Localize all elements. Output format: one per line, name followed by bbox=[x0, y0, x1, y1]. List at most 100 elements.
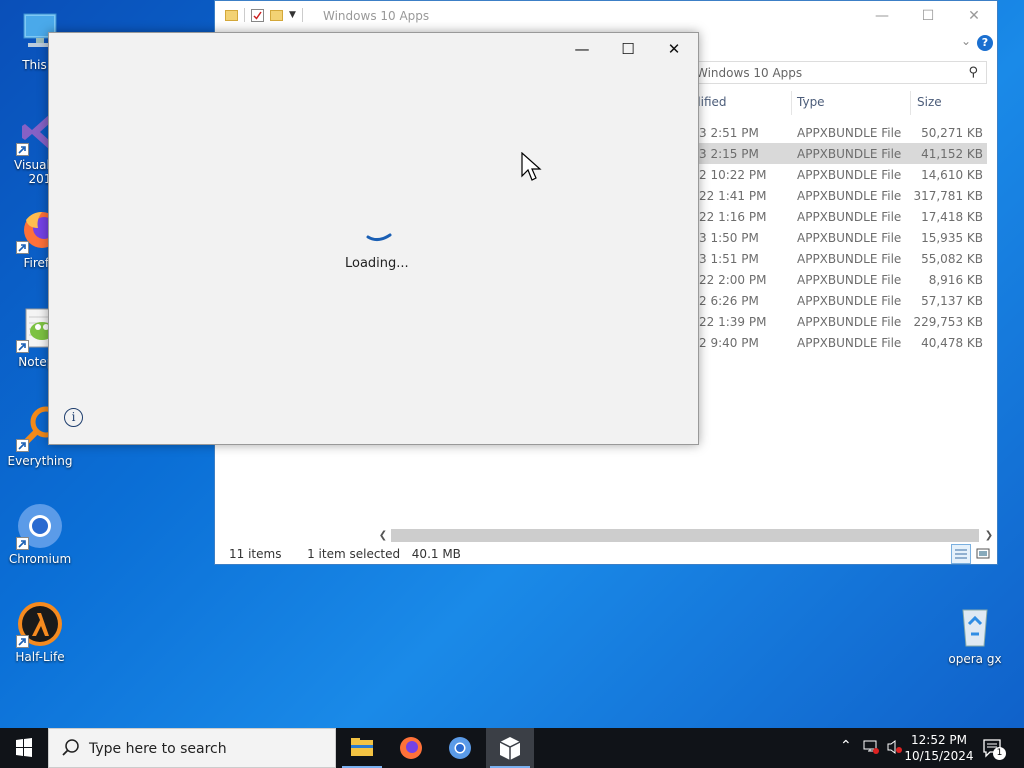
file-type: APPXBUNDLE File bbox=[797, 126, 902, 140]
column-divider[interactable] bbox=[910, 91, 911, 115]
scrollbar-thumb[interactable] bbox=[391, 529, 979, 542]
loading-spinner-icon bbox=[364, 229, 394, 248]
file-type: APPXBUNDLE File bbox=[797, 231, 902, 245]
desktop-icon-chromium[interactable]: Chromium bbox=[2, 502, 78, 566]
minimize-button[interactable]: — bbox=[859, 1, 905, 31]
dialog-minimize-button[interactable]: — bbox=[559, 33, 605, 65]
chromium-icon bbox=[16, 502, 64, 550]
file-type: APPXBUNDLE File bbox=[797, 294, 902, 308]
notification-count-badge: 1 bbox=[993, 747, 1006, 760]
column-header-type[interactable]: Type bbox=[797, 95, 825, 109]
file-row[interactable]: 3 2:51 PM APPXBUNDLE File 50,271 KB bbox=[691, 122, 987, 143]
file-type: APPXBUNDLE File bbox=[797, 315, 902, 329]
file-row[interactable]: 2 9:40 PM APPXBUNDLE File 40,478 KB bbox=[691, 332, 987, 353]
file-type: APPXBUNDLE File bbox=[797, 252, 902, 266]
volume-muted-icon[interactable] bbox=[886, 739, 904, 758]
file-row[interactable]: 3 1:51 PM APPXBUNDLE File 55,082 KB bbox=[691, 248, 987, 269]
scroll-right-icon[interactable]: ❯ bbox=[981, 527, 997, 544]
file-modified: 2 10:22 PM bbox=[699, 168, 767, 182]
file-modified: 3 1:51 PM bbox=[699, 252, 759, 266]
large-icons-view-button[interactable] bbox=[973, 544, 993, 564]
file-type: APPXBUNDLE File bbox=[797, 189, 902, 203]
firefox-icon bbox=[400, 737, 422, 759]
taskbar-package-installer[interactable] bbox=[486, 728, 534, 768]
file-type: APPXBUNDLE File bbox=[797, 273, 902, 287]
file-modified: 22 1:41 PM bbox=[699, 189, 767, 203]
window-title: Windows 10 Apps bbox=[323, 9, 430, 23]
scroll-left-icon[interactable]: ❮ bbox=[375, 527, 391, 544]
properties-icon[interactable] bbox=[251, 8, 264, 22]
file-type: APPXBUNDLE File bbox=[797, 168, 902, 182]
network-icon[interactable] bbox=[862, 739, 880, 758]
clock-time: 12:52 PM bbox=[911, 733, 967, 747]
search-icon: ⚲ bbox=[968, 65, 978, 80]
file-modified: 3 2:51 PM bbox=[699, 126, 759, 140]
desktop-icon-half-life[interactable]: Half-Life bbox=[2, 600, 78, 664]
taskbar-search-placeholder: Type here to search bbox=[89, 741, 227, 757]
file-size: 15,935 KB bbox=[921, 231, 983, 245]
half-life-icon bbox=[16, 600, 64, 648]
windows-logo-icon bbox=[16, 738, 32, 757]
desktop-icon-label: Chromium bbox=[8, 552, 72, 566]
file-size: 14,610 KB bbox=[921, 168, 983, 182]
loading-text: Loading... bbox=[345, 256, 409, 271]
dialog-close-button[interactable]: ✕ bbox=[651, 33, 697, 65]
file-modified: 3 2:15 PM bbox=[699, 147, 759, 161]
file-size: 40,478 KB bbox=[921, 336, 983, 350]
file-modified: 2 6:26 PM bbox=[699, 294, 759, 308]
start-button[interactable] bbox=[0, 728, 48, 768]
customize-toolbar-chevron-icon[interactable]: ▼ bbox=[289, 10, 296, 20]
file-size: 17,418 KB bbox=[921, 210, 983, 224]
file-modified: 22 1:39 PM bbox=[699, 315, 767, 329]
file-type: APPXBUNDLE File bbox=[797, 336, 902, 350]
shortcut-arrow-icon bbox=[16, 143, 29, 156]
file-modified: 22 1:16 PM bbox=[699, 210, 767, 224]
selection-count: 1 item selected bbox=[307, 547, 401, 561]
taskbar-file-explorer[interactable] bbox=[338, 728, 386, 768]
expand-ribbon-chevron-icon[interactable]: ⌄ bbox=[961, 34, 971, 48]
new-folder-icon[interactable] bbox=[270, 9, 283, 21]
search-placeholder: Windows 10 Apps bbox=[696, 66, 803, 80]
close-button[interactable]: ✕ bbox=[951, 1, 997, 31]
file-size: 229,753 KB bbox=[913, 315, 983, 329]
shortcut-arrow-icon bbox=[16, 439, 29, 452]
file-modified: 2 9:40 PM bbox=[699, 336, 759, 350]
dialog-maximize-button[interactable]: ☐ bbox=[605, 33, 651, 65]
desktop-icon-label: Everything bbox=[7, 454, 73, 468]
horizontal-scrollbar[interactable]: ❮ ❯ bbox=[375, 527, 997, 544]
file-row[interactable]: 2 6:26 PM APPXBUNDLE File 57,137 KB bbox=[691, 290, 987, 311]
search-input[interactable]: Windows 10 Apps ⚲ bbox=[689, 61, 987, 84]
file-size: 317,781 KB bbox=[913, 189, 983, 203]
file-size: 41,152 KB bbox=[921, 147, 983, 161]
taskbar-search-box[interactable]: Type here to search bbox=[48, 728, 336, 768]
help-button[interactable]: ? bbox=[977, 35, 993, 51]
desktop-icon-label: Half-Life bbox=[15, 650, 65, 664]
file-row[interactable]: 22 2:00 PM APPXBUNDLE File 8,916 KB bbox=[691, 269, 987, 290]
file-row[interactable]: 2 10:22 PM APPXBUNDLE File 14,610 KB bbox=[691, 164, 987, 185]
action-center-button[interactable]: 1 bbox=[982, 738, 1006, 761]
file-size: 50,271 KB bbox=[921, 126, 983, 140]
clock-date: 10/15/2024 bbox=[904, 749, 974, 763]
folder-icon bbox=[225, 9, 238, 21]
system-clock[interactable]: 12:52 PM 10/15/2024 bbox=[904, 732, 974, 764]
column-header-size[interactable]: Size bbox=[917, 95, 942, 109]
shortcut-arrow-icon bbox=[16, 241, 29, 254]
selection-size: 40.1 MB bbox=[411, 547, 461, 561]
taskbar-firefox[interactable] bbox=[387, 728, 435, 768]
file-row[interactable]: 3 1:50 PM APPXBUNDLE File 15,935 KB bbox=[691, 227, 987, 248]
file-explorer-icon bbox=[351, 738, 373, 756]
show-hidden-icons-button[interactable]: ⌃ bbox=[840, 738, 852, 754]
file-row[interactable]: 22 1:39 PM APPXBUNDLE File 229,753 KB bbox=[691, 311, 987, 332]
file-size: 8,916 KB bbox=[928, 273, 983, 287]
file-row[interactable]: 22 1:16 PM APPXBUNDLE File 17,418 KB bbox=[691, 206, 987, 227]
details-view-button[interactable] bbox=[951, 544, 971, 564]
taskbar: Type here to search ⌃ 12:52 PM 10/15/202… bbox=[0, 728, 1024, 768]
maximize-button[interactable]: ☐ bbox=[905, 1, 951, 31]
info-icon[interactable]: i bbox=[64, 408, 83, 427]
file-modified: 3 1:50 PM bbox=[699, 231, 759, 245]
file-row[interactable]: 3 2:15 PM APPXBUNDLE File 41,152 KB bbox=[691, 143, 987, 164]
taskbar-chromium[interactable] bbox=[436, 728, 484, 768]
column-divider[interactable] bbox=[791, 91, 792, 115]
desktop-icon-opera-gx[interactable]: opera gx bbox=[937, 602, 1013, 666]
file-row[interactable]: 22 1:41 PM APPXBUNDLE File 317,781 KB bbox=[691, 185, 987, 206]
